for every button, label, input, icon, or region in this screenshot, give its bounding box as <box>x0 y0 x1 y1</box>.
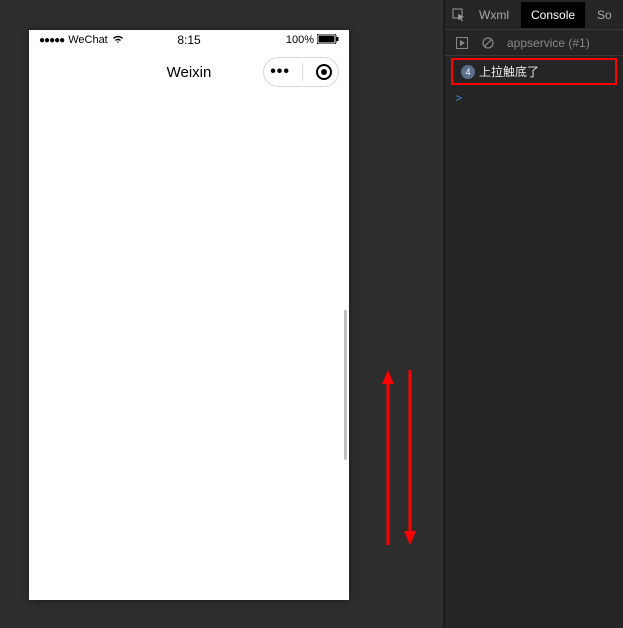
clear-icon[interactable] <box>481 36 495 50</box>
console-log-row[interactable]: 4 上拉触底了 <box>451 58 617 85</box>
scrollbar[interactable] <box>344 310 347 460</box>
nav-bar: Weixin ••• <box>29 50 349 94</box>
log-message: 上拉触底了 <box>479 63 539 80</box>
devtools-tabs: Wxml Console So <box>445 0 623 30</box>
arrow-down-icon <box>402 370 418 545</box>
console-prompt[interactable]: > <box>445 87 623 109</box>
arrow-up-icon <box>380 370 396 545</box>
page-title: Weixin <box>167 64 212 81</box>
phone-frame: ●●●●● WeChat 8:15 100% Weixin ••• <box>29 30 349 600</box>
battery-percent: 100% <box>286 34 314 46</box>
status-bar: ●●●●● WeChat 8:15 100% <box>29 30 349 50</box>
capsule-divider <box>302 63 303 81</box>
context-label[interactable]: appservice (#1) <box>507 36 590 50</box>
carrier-label: WeChat <box>68 34 108 46</box>
console-output: 4 上拉触底了 > <box>445 58 623 109</box>
console-toolbar: appservice (#1) <box>445 30 623 56</box>
tab-console[interactable]: Console <box>521 2 585 28</box>
simulator-pane: ●●●●● WeChat 8:15 100% Weixin ••• <box>0 0 443 628</box>
battery-icon <box>317 34 339 47</box>
devtools-pane: Wxml Console So appservice (#1) 4 上拉触底了 … <box>445 0 623 628</box>
log-count-badge: 4 <box>461 65 475 79</box>
status-left: ●●●●● WeChat <box>39 34 124 47</box>
status-right: 100% <box>286 34 339 47</box>
status-time: 8:15 <box>177 33 200 47</box>
inspect-icon[interactable] <box>451 7 467 23</box>
capsule-menu: ••• <box>263 57 339 87</box>
tab-wxml[interactable]: Wxml <box>469 2 519 28</box>
close-target-icon[interactable] <box>316 64 332 80</box>
more-icon[interactable]: ••• <box>270 64 290 80</box>
play-icon[interactable] <box>455 36 469 50</box>
signal-dots-icon: ●●●●● <box>39 35 64 46</box>
wifi-icon <box>112 34 124 47</box>
tab-sources[interactable]: So <box>587 2 622 28</box>
